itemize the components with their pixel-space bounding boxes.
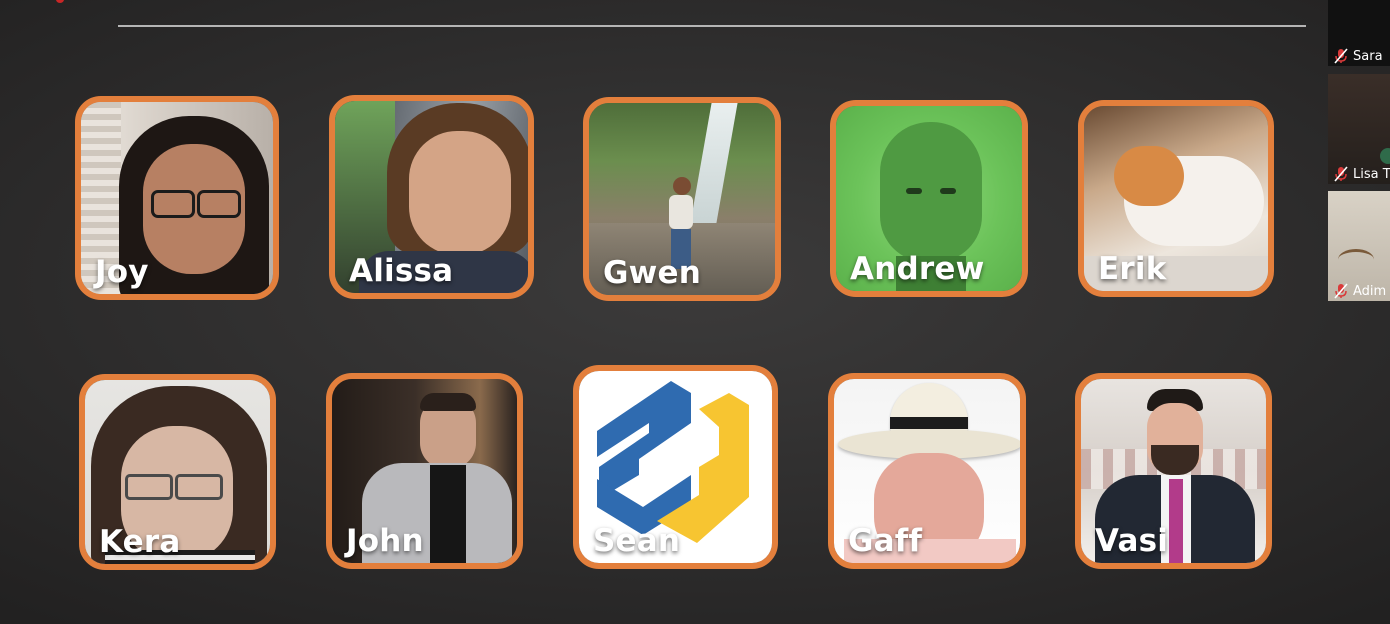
participant-tile-gaff[interactable]: Gaff bbox=[828, 373, 1026, 569]
side-participant-lisa[interactable]: Lisa T bbox=[1328, 74, 1390, 184]
header-divider bbox=[118, 25, 1306, 27]
mic-muted-icon bbox=[1334, 283, 1348, 299]
side-participant-sara[interactable]: Sara bbox=[1328, 0, 1390, 66]
participant-name: Joy bbox=[95, 254, 149, 290]
participant-name: Andrew bbox=[850, 251, 985, 287]
participant-tile-andrew[interactable]: Andrew bbox=[830, 100, 1028, 297]
mic-muted-icon bbox=[1334, 48, 1348, 64]
participant-tile-sean[interactable]: Sean bbox=[573, 365, 778, 569]
side-participant-label: Adim bbox=[1334, 283, 1386, 299]
participant-name: Sean bbox=[593, 523, 681, 559]
participant-name: Gwen bbox=[603, 255, 701, 291]
side-participant-name: Sara bbox=[1353, 48, 1383, 64]
participant-tile-vasi[interactable]: Vasi bbox=[1075, 373, 1272, 569]
participant-name: Erik bbox=[1098, 251, 1167, 287]
participant-name: Vasi bbox=[1095, 523, 1169, 559]
mic-muted-icon bbox=[1334, 166, 1348, 182]
participant-tile-gwen[interactable]: Gwen bbox=[583, 97, 781, 301]
participant-tile-kera[interactable]: Kera bbox=[79, 374, 276, 570]
participant-name: Alissa bbox=[349, 253, 454, 289]
participant-tile-alissa[interactable]: Alissa bbox=[329, 95, 534, 299]
side-participant-label: Sara bbox=[1334, 48, 1383, 64]
participant-name: Kera bbox=[99, 524, 181, 560]
side-participant-adim[interactable]: Adim bbox=[1328, 191, 1390, 301]
participant-name: Gaff bbox=[848, 523, 923, 559]
participant-tile-joy[interactable]: Joy bbox=[75, 96, 279, 300]
participant-name: John bbox=[346, 523, 424, 559]
participant-tile-john[interactable]: John bbox=[326, 373, 523, 569]
side-participant-name: Lisa T bbox=[1353, 166, 1390, 182]
participant-tile-erik[interactable]: Erik bbox=[1078, 100, 1274, 297]
side-participant-label: Lisa T bbox=[1334, 166, 1390, 182]
side-participant-name: Adim bbox=[1353, 283, 1387, 299]
recording-dot bbox=[56, 0, 64, 3]
